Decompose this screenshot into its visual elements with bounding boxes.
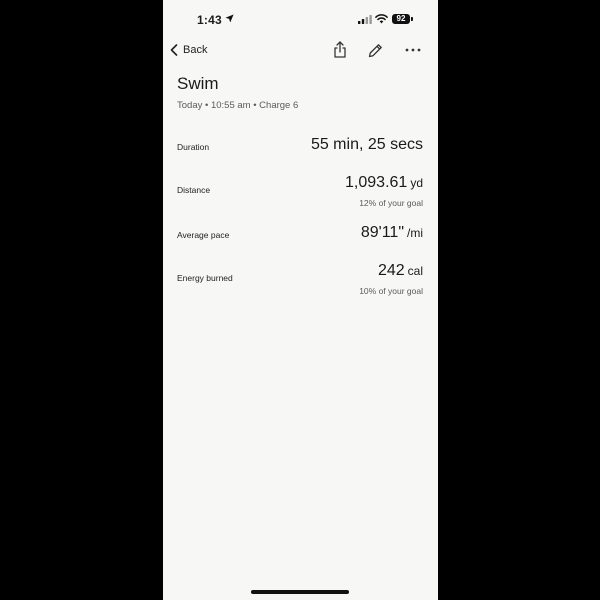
duration-value: 55 min, 25 secs: [311, 136, 423, 154]
more-button[interactable]: [403, 40, 423, 60]
workout-subtitle: Today • 10:55 am • Charge 6: [177, 100, 299, 111]
distance-number: 1,093.61: [345, 174, 408, 191]
duration-number: 55 min, 25 secs: [310, 136, 423, 153]
pace-value: 89'11"/mi: [361, 224, 423, 242]
status-time: 1:43: [197, 13, 222, 27]
distance-label: Distance: [177, 185, 211, 195]
chevron-left-icon: [170, 44, 178, 56]
share-button[interactable]: [331, 40, 349, 60]
cellular-signal-icon: [358, 15, 372, 24]
more-icon: [405, 48, 421, 52]
page-title: Swim: [177, 74, 219, 93]
edit-button[interactable]: [366, 40, 384, 60]
distance-goal: 12% of your goal: [359, 198, 423, 208]
top-nav: Back: [163, 38, 438, 62]
energy-value: 242 cal: [378, 262, 423, 280]
back-button[interactable]: Back: [169, 40, 207, 60]
energy-unit: cal: [407, 264, 423, 278]
energy-goal: 10% of your goal: [359, 286, 423, 296]
battery-icon: 92: [392, 14, 410, 24]
duration-label: Duration: [177, 142, 210, 152]
location-arrow-icon: [225, 14, 234, 23]
energy-row: Energy burned 242 cal 10% of your goal: [177, 262, 423, 298]
status-bar: 1:43 92: [163, 0, 438, 38]
battery-tip: [411, 17, 413, 21]
distance-row: Distance 1,093.61 yd 12% of your goal: [177, 174, 423, 210]
energy-label: Energy burned: [177, 273, 233, 283]
share-icon: [334, 41, 346, 58]
distance-unit: yd: [410, 176, 423, 190]
pace-unit: /mi: [407, 226, 423, 240]
duration-row: Duration 55 min, 25 secs: [177, 136, 423, 158]
pencil-icon: [368, 44, 382, 58]
back-label: Back: [183, 44, 208, 56]
app-screen: 1:43 92 Back Swim Today • 10:55 am • Cha…: [163, 0, 438, 600]
wifi-icon: [375, 14, 388, 24]
pace-number: 89'11": [360, 224, 404, 241]
pace-row: Average pace 89'11"/mi: [177, 224, 423, 246]
home-indicator[interactable]: [251, 590, 349, 594]
distance-value: 1,093.61 yd: [345, 174, 423, 192]
pace-label: Average pace: [177, 230, 230, 240]
energy-number: 242: [377, 262, 405, 279]
